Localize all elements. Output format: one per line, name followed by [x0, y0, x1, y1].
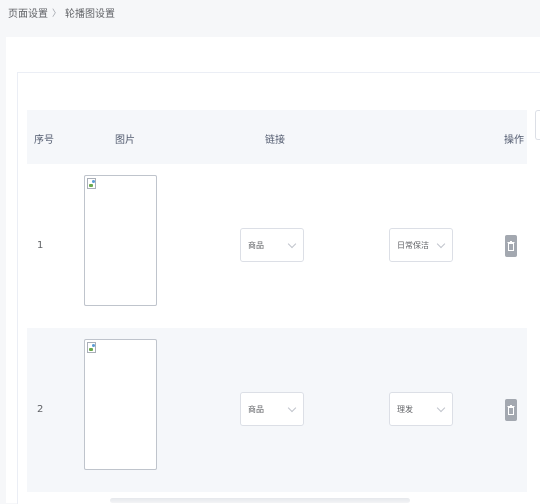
- link-type-value: 商品: [248, 405, 264, 414]
- delete-button[interactable]: [505, 235, 517, 257]
- scrollbar[interactable]: [110, 498, 410, 503]
- chevron-down-icon: [436, 403, 446, 413]
- chevron-down-icon: [436, 239, 446, 249]
- trash-icon: [507, 241, 515, 251]
- broken-image-icon: [87, 178, 96, 189]
- breadcrumb: 页面设置 〉 轮播图设置: [8, 5, 115, 20]
- header-action: 操作: [504, 135, 524, 146]
- chevron-down-icon: [287, 239, 297, 249]
- link-target-select[interactable]: 理发: [389, 392, 453, 426]
- trash-icon: [507, 405, 515, 415]
- chevron-down-icon: [287, 403, 297, 413]
- link-target-value: 日常保洁: [397, 241, 429, 250]
- broken-image-icon: [87, 342, 96, 353]
- add-button-edge[interactable]: [535, 110, 540, 140]
- breadcrumb-parent[interactable]: 页面设置: [8, 5, 48, 20]
- breadcrumb-current: 轮播图设置: [65, 9, 116, 20]
- header-link: 链接: [265, 135, 285, 146]
- header-image: 图片: [115, 135, 135, 146]
- link-type-value: 商品: [248, 241, 264, 250]
- table-row: 2 商品 理发: [27, 328, 527, 492]
- header-index: 序号: [34, 135, 54, 146]
- link-type-select[interactable]: 商品: [240, 392, 304, 426]
- link-target-select[interactable]: 日常保洁: [389, 228, 453, 262]
- banner-image[interactable]: [84, 175, 157, 306]
- table-header: 序号 图片 链接 操作: [27, 110, 527, 164]
- table-row: 1 商品 日常保洁: [27, 164, 527, 328]
- banner-image[interactable]: [84, 339, 157, 470]
- link-type-select[interactable]: 商品: [240, 228, 304, 262]
- link-target-value: 理发: [397, 405, 413, 414]
- delete-button[interactable]: [505, 399, 517, 421]
- row-index: 2: [37, 404, 44, 415]
- row-index: 1: [37, 240, 44, 251]
- breadcrumb-separator: 〉: [52, 9, 62, 19]
